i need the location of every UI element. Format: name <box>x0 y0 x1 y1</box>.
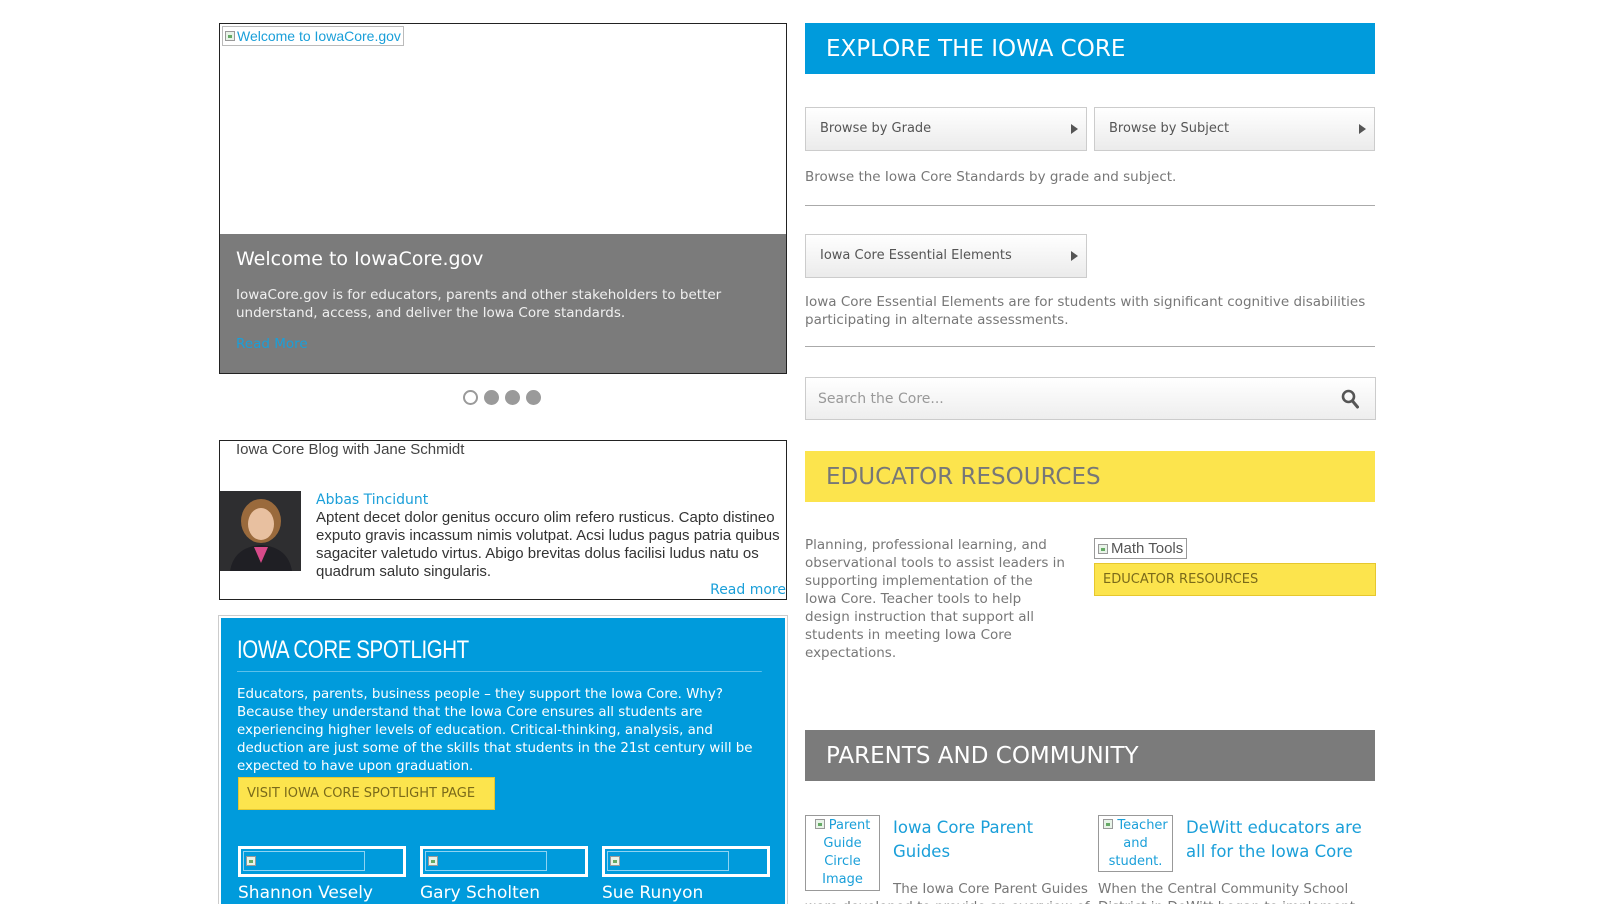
essential-elements-button[interactable]: Iowa Core Essential Elements <box>805 234 1087 278</box>
divider <box>805 205 1375 206</box>
search-icon[interactable] <box>1341 389 1359 409</box>
browse-by-grade-button[interactable]: Browse by Grade <box>805 107 1087 151</box>
person-name: Shannon Vesely <box>238 883 373 903</box>
person-photo-frame <box>238 846 406 877</box>
blog-widget: Iowa Core Blog with Jane Schmidt Abbas T… <box>219 440 787 600</box>
slide-text: IowaCore.gov is for educators, parents a… <box>236 287 722 321</box>
blog-read-more-link[interactable]: Read more <box>710 582 786 598</box>
spotlight-person[interactable]: Shannon Vesely <box>238 846 406 903</box>
dewitt-educators-text: When the Central Community School Distri… <box>1098 881 1355 904</box>
educator-description: Planning, professional learning, and obs… <box>805 537 1065 661</box>
browse-by-subject-label: Browse by Subject <box>1109 121 1230 136</box>
math-tools-image[interactable]: Math Tools <box>1094 538 1188 559</box>
visit-spotlight-button[interactable]: VISIT IOWA CORE SPOTLIGHT PAGE <box>238 777 495 810</box>
broken-image-icon <box>814 819 825 829</box>
educator-resources-header: EDUCATOR RESOURCES <box>805 451 1375 502</box>
slider-dot-3[interactable] <box>505 390 520 405</box>
browse-description: Browse the Iowa Core Standards by grade … <box>805 169 1177 185</box>
blog-title: Iowa Core Blog with Jane Schmidt <box>236 441 465 458</box>
broken-image-icon <box>428 856 438 866</box>
browse-by-subject-button[interactable]: Browse by Subject <box>1094 107 1375 151</box>
broken-image-icon <box>1098 543 1108 554</box>
person-name: Gary Scholten <box>420 883 540 903</box>
author-avatar <box>220 491 301 571</box>
play-arrow-icon <box>1359 124 1366 134</box>
broken-image-icon <box>1103 819 1114 829</box>
play-arrow-icon <box>1071 251 1078 261</box>
spotlight-title: IOWA CORE SPOTLIGHT <box>237 636 762 672</box>
search-input[interactable] <box>806 378 1306 419</box>
slide-image[interactable]: Welcome to IowaCore.gov <box>222 26 404 46</box>
slider-pagination <box>463 390 541 405</box>
slider-dot-1[interactable] <box>463 390 478 405</box>
parent-guides-link[interactable]: Iowa Core Parent Guides <box>893 816 1083 864</box>
blog-excerpt: Aptent decet dolor genitus occuro olim r… <box>316 509 780 580</box>
slide-title: Welcome to IowaCore.gov <box>236 248 484 270</box>
featured-slider: Welcome to IowaCore.gov Welcome to IowaC… <box>219 23 787 374</box>
spotlight-content: IOWA CORE SPOTLIGHT Educators, parents, … <box>221 618 785 904</box>
broken-image-icon <box>225 31 235 41</box>
spotlight-text: Educators, parents, business people – th… <box>237 687 753 774</box>
spotlight-person[interactable]: Sue Runyon <box>602 846 770 903</box>
educator-resources-button[interactable]: EDUCATOR RESOURCES <box>1094 563 1376 596</box>
spotlight-panel: IOWA CORE SPOTLIGHT Educators, parents, … <box>218 615 788 904</box>
essential-elements-label: Iowa Core Essential Elements <box>820 248 1012 263</box>
broken-image-icon <box>246 856 256 866</box>
spotlight-person[interactable]: Gary Scholten <box>420 846 588 903</box>
slider-dot-4[interactable] <box>526 390 541 405</box>
essential-elements-description: Iowa Core Essential Elements are for stu… <box>805 294 1366 328</box>
broken-image-icon <box>610 856 620 866</box>
person-photo-frame <box>602 846 770 877</box>
parents-community-header: PARENTS AND COMMUNITY <box>805 730 1375 781</box>
browse-by-grade-label: Browse by Grade <box>820 121 932 136</box>
slide-caption: Welcome to IowaCore.gov IowaCore.gov is … <box>220 234 786 373</box>
search-bar <box>805 377 1376 420</box>
teacher-student-image[interactable]: Teacher and student. <box>1098 815 1173 872</box>
divider <box>805 346 1375 347</box>
play-arrow-icon <box>1071 124 1078 134</box>
person-name: Sue Runyon <box>602 883 704 903</box>
slider-dot-2[interactable] <box>484 390 499 405</box>
math-tools-alt: Math Tools <box>1111 540 1184 557</box>
blog-author-link[interactable]: Abbas Tincidunt <box>316 492 428 508</box>
slide-read-more-link[interactable]: Read More <box>236 336 770 352</box>
parent-guide-image-alt: Parent Guide Circle Image <box>822 818 871 887</box>
teacher-student-image-alt: Teacher and student. <box>1108 818 1168 869</box>
spotlight-people: Shannon Vesely Gary Scholten Sue Runyon <box>238 846 770 903</box>
person-photo-frame <box>420 846 588 877</box>
dewitt-educators-link[interactable]: DeWitt educators are all for the Iowa Co… <box>1186 816 1381 864</box>
parent-guides-text: The Iowa Core Parent Guides were develop… <box>805 881 1090 904</box>
explore-header: EXPLORE THE IOWA CORE <box>805 23 1375 74</box>
slide-image-alt: Welcome to IowaCore.gov <box>237 28 401 44</box>
